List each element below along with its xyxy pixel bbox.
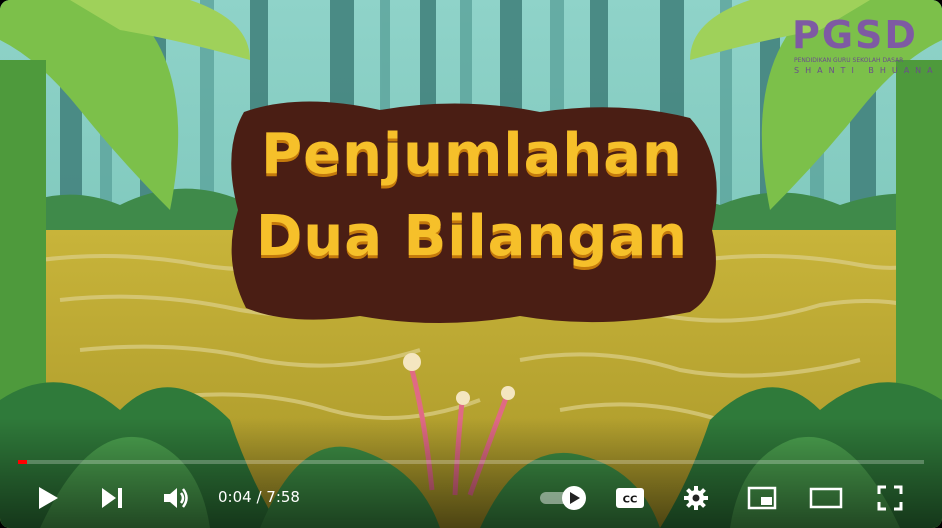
fullscreen-button[interactable] [870,470,910,526]
progress-bar[interactable] [18,460,924,464]
volume-icon [164,488,188,508]
next-icon [102,488,122,508]
autoplay-toggle-icon [540,486,586,510]
captions-label: CC [623,495,638,506]
theater-mode-button[interactable] [806,470,846,526]
captions-icon: CC [616,488,644,508]
play-icon [39,487,58,509]
logo-text: PGSD [792,13,918,57]
title-line-1: Penjumlahan [261,122,683,187]
current-time: 0:04 [218,488,252,506]
progress-played [18,460,28,464]
captions-button[interactable]: CC [610,470,650,526]
time-display: 0:04 / 7:58 [218,470,300,526]
channel-watermark-logo: PGSD PENDIDIKAN GURU SEKOLAH DASAR SHANT… [792,13,939,76]
video-player[interactable]: Penjumlahan Dua Bilangan PGSD PENDIDIKAN… [0,0,942,528]
mute-button[interactable] [156,470,196,526]
fullscreen-icon [877,485,903,511]
miniplayer-icon [747,486,777,510]
duration: 7:58 [266,488,300,506]
title-line-2: Dua Bilangan [255,204,689,269]
miniplayer-button[interactable] [742,470,782,526]
theater-icon [809,487,843,509]
logo-subtitle-2: SHANTI BHUANA [794,66,939,75]
play-button[interactable] [28,470,68,526]
player-controls: 0:04 / 7:58 CC [0,470,942,528]
settings-button[interactable] [676,470,716,526]
next-button[interactable] [92,470,132,526]
video-title-card: Penjumlahan Dua Bilangan [222,104,722,320]
autoplay-toggle[interactable] [536,470,590,526]
logo-subtitle: PENDIDIKAN GURU SEKOLAH DASAR [794,57,904,64]
time-separator: / [251,488,267,506]
settings-icon [684,486,708,510]
